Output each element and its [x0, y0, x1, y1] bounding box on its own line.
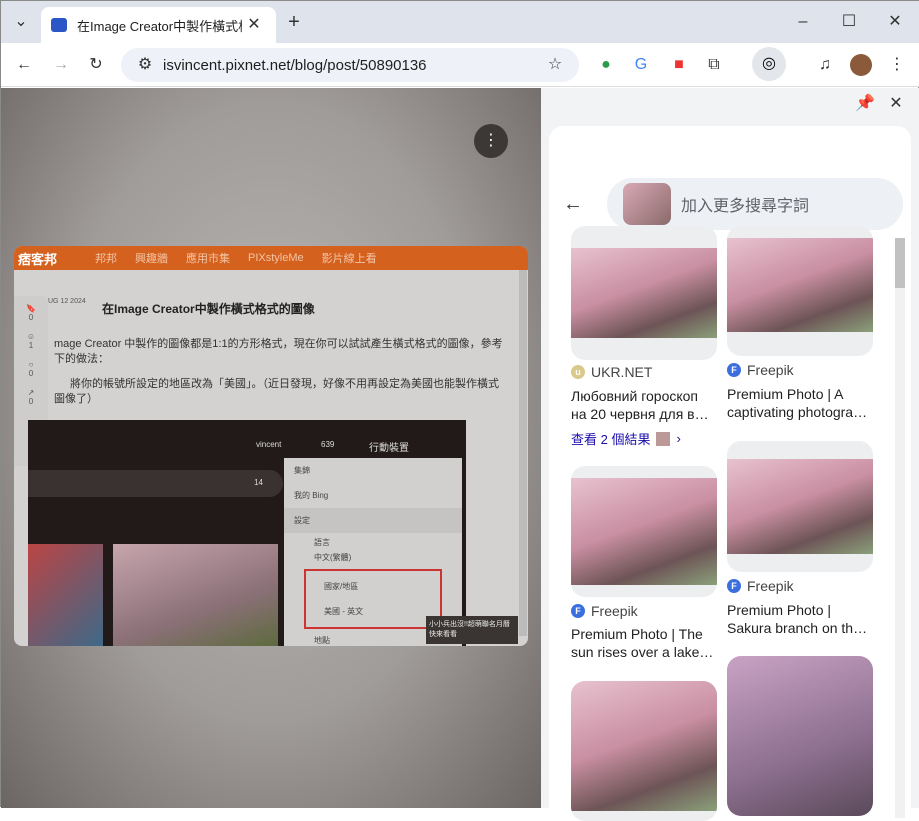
- result-card[interactable]: [571, 226, 717, 360]
- result-card[interactable]: [571, 466, 717, 597]
- back-icon[interactable]: ←: [561, 192, 585, 216]
- result-source: F Freepik: [727, 578, 794, 594]
- page-screenshot: 痞客邦 邦邦 興趣牆 應用市集 PIXstyleMe 影片線上看 🔖 0 ☺ 1 ○…: [14, 246, 528, 646]
- nav-item[interactable]: 邦邦: [95, 250, 117, 266]
- result-title[interactable]: Premium Photo | Sakura branch on th…: [727, 601, 873, 637]
- menu-item[interactable]: 我的 Bing: [284, 483, 462, 508]
- url-text: isvincent.pixnet.net/blog/post/50890136: [163, 56, 427, 74]
- scrollbar[interactable]: [519, 270, 527, 636]
- menu-item: 中文(繁體): [314, 553, 352, 562]
- result-card[interactable]: [571, 681, 717, 821]
- result-card[interactable]: [727, 226, 873, 356]
- post-date: UG 12 2024: [48, 298, 86, 305]
- count: 1: [28, 341, 34, 350]
- count: 0: [28, 369, 34, 378]
- new-tab-icon[interactable]: +: [282, 10, 306, 34]
- bookmark-star-icon[interactable]: ☆: [543, 53, 567, 77]
- menu-item: 美國 - 英文: [324, 607, 364, 616]
- more-results-link[interactable]: 查看 2 個結果 ›: [571, 429, 681, 448]
- reload-icon[interactable]: ↻: [84, 53, 108, 77]
- user-name: vincent: [256, 440, 282, 449]
- results-panel: ← 加入更多搜尋字詞 u UKR.NET Любовний гороскоп на …: [549, 126, 911, 821]
- forward-icon[interactable]: →: [49, 53, 73, 77]
- toolbar: ← → ↻ ⚙ isvincent.pixnet.net/blog/post/5…: [1, 43, 919, 87]
- search-input[interactable]: 加入更多搜尋字詞: [607, 178, 903, 230]
- translate-icon[interactable]: G: [629, 53, 653, 77]
- result-card[interactable]: [727, 441, 873, 572]
- lens-side-panel: 📌 ✕ ← 加入更多搜尋字詞 u UKR.NET Любовний гороско…: [541, 88, 919, 821]
- paragraph: 下的做法：: [54, 353, 109, 365]
- menu-item[interactable]: 設定: [284, 508, 462, 533]
- nav-item[interactable]: 應用市集: [186, 250, 230, 266]
- menu-item[interactable]: 集錦: [284, 458, 462, 483]
- address-bar[interactable]: ⚙ isvincent.pixnet.net/blog/post/5089013…: [121, 48, 579, 82]
- result-title[interactable]: Любовний гороскоп на 20 червня для в…: [571, 387, 717, 423]
- back-icon[interactable]: ←: [12, 53, 36, 77]
- share-icon[interactable]: ↗: [14, 378, 48, 397]
- tab-title: 在Image Creator中製作橫式格式: [77, 18, 242, 34]
- ad-popup[interactable]: 小小兵出沒!!超萌聯名月曆快來看看: [426, 616, 518, 644]
- maximize-icon[interactable]: ☐: [837, 10, 861, 34]
- embedded-screenshot: vincent 639 行動裝置 14 集錦 我的 Bing 設定 語言 中文(…: [28, 420, 466, 646]
- query-thumbnail: [623, 183, 671, 225]
- paragraph: 圖像了）: [54, 393, 98, 405]
- overlay-more-icon[interactable]: ⋮: [474, 124, 508, 158]
- flipboard-icon[interactable]: ■: [667, 53, 691, 77]
- lens-overlay[interactable]: ⋮ 痞客邦 邦邦 興趣牆 應用市集 PIXstyleMe 影片線上看 🔖 0 ☺ 1…: [1, 88, 541, 808]
- paragraph: 將你的帳號所設定的地區改為「美國」。（近日發現，好像不用再設定為美國也能製作橫式: [70, 378, 499, 390]
- pin-icon[interactable]: 📌: [853, 92, 877, 116]
- menu-item: 語言: [314, 538, 330, 547]
- site-nav: 痞客邦 邦邦 興趣牆 應用市集 PIXstyleMe 影片線上看: [14, 246, 528, 270]
- count: 0: [28, 397, 34, 406]
- close-tab-icon[interactable]: ✕: [242, 13, 266, 37]
- butterfly-image: [28, 544, 103, 646]
- avatar[interactable]: [850, 54, 872, 76]
- result-title[interactable]: Premium Photo | The sun rises over a lake…: [571, 625, 717, 661]
- coins: 14: [28, 470, 283, 497]
- bookmark-icon[interactable]: 🔖: [14, 296, 48, 313]
- nav-item[interactable]: PIXstyleMe: [248, 252, 304, 264]
- like-icon[interactable]: ☺: [14, 322, 48, 341]
- close-panel-icon[interactable]: ✕: [884, 92, 908, 116]
- result-source: u UKR.NET: [571, 364, 652, 380]
- extensions-icon[interactable]: ⧉: [702, 53, 726, 77]
- points: 639: [321, 440, 335, 449]
- device-label: 行動裝置: [369, 443, 409, 454]
- menu-item: 國家/地區: [324, 582, 359, 591]
- nav-item[interactable]: 興趣牆: [135, 250, 168, 266]
- site-logo: 痞客邦: [18, 251, 58, 267]
- post-title: 在Image Creator中製作橫式格式的圖像: [102, 302, 315, 316]
- nav-item[interactable]: 影片線上看: [322, 250, 377, 266]
- scrollbar[interactable]: [895, 238, 905, 818]
- tab-search-icon[interactable]: ⌄: [9, 10, 33, 34]
- favicon-icon: [51, 18, 67, 32]
- lens-icon[interactable]: ◎: [752, 47, 786, 81]
- paragraph: mage Creator 中製作的圖像都是1:1的方形格式，現在你可以試試產生橫…: [54, 338, 503, 350]
- result-card[interactable]: [727, 656, 873, 816]
- site-info-icon[interactable]: ⚙: [133, 53, 157, 77]
- tab-active[interactable]: 在Image Creator中製作橫式格式 ✕: [41, 7, 276, 43]
- result-title[interactable]: Premium Photo | Acaptivating photogra…: [727, 385, 873, 421]
- count: 0: [28, 313, 34, 322]
- menu-icon[interactable]: ⋮: [885, 53, 909, 77]
- minimize-icon[interactable]: –: [791, 10, 815, 34]
- search-placeholder: 加入更多搜尋字詞: [681, 198, 810, 215]
- result-source: F Freepik: [571, 603, 638, 619]
- tab-bar: ⌄ 在Image Creator中製作橫式格式 ✕ + – ☐ ✕: [1, 1, 919, 43]
- close-window-icon[interactable]: ✕: [883, 10, 907, 34]
- media-icon[interactable]: ♫: [813, 53, 837, 77]
- result-source: F Freepik: [727, 362, 794, 378]
- extension-icon[interactable]: ●: [594, 53, 618, 77]
- comment-icon[interactable]: ○: [14, 350, 48, 369]
- sakura-image: [113, 544, 278, 646]
- post-body: mage Creator 中製作的圖像都是1:1的方形格式，現在你可以試試產生橫…: [54, 337, 524, 407]
